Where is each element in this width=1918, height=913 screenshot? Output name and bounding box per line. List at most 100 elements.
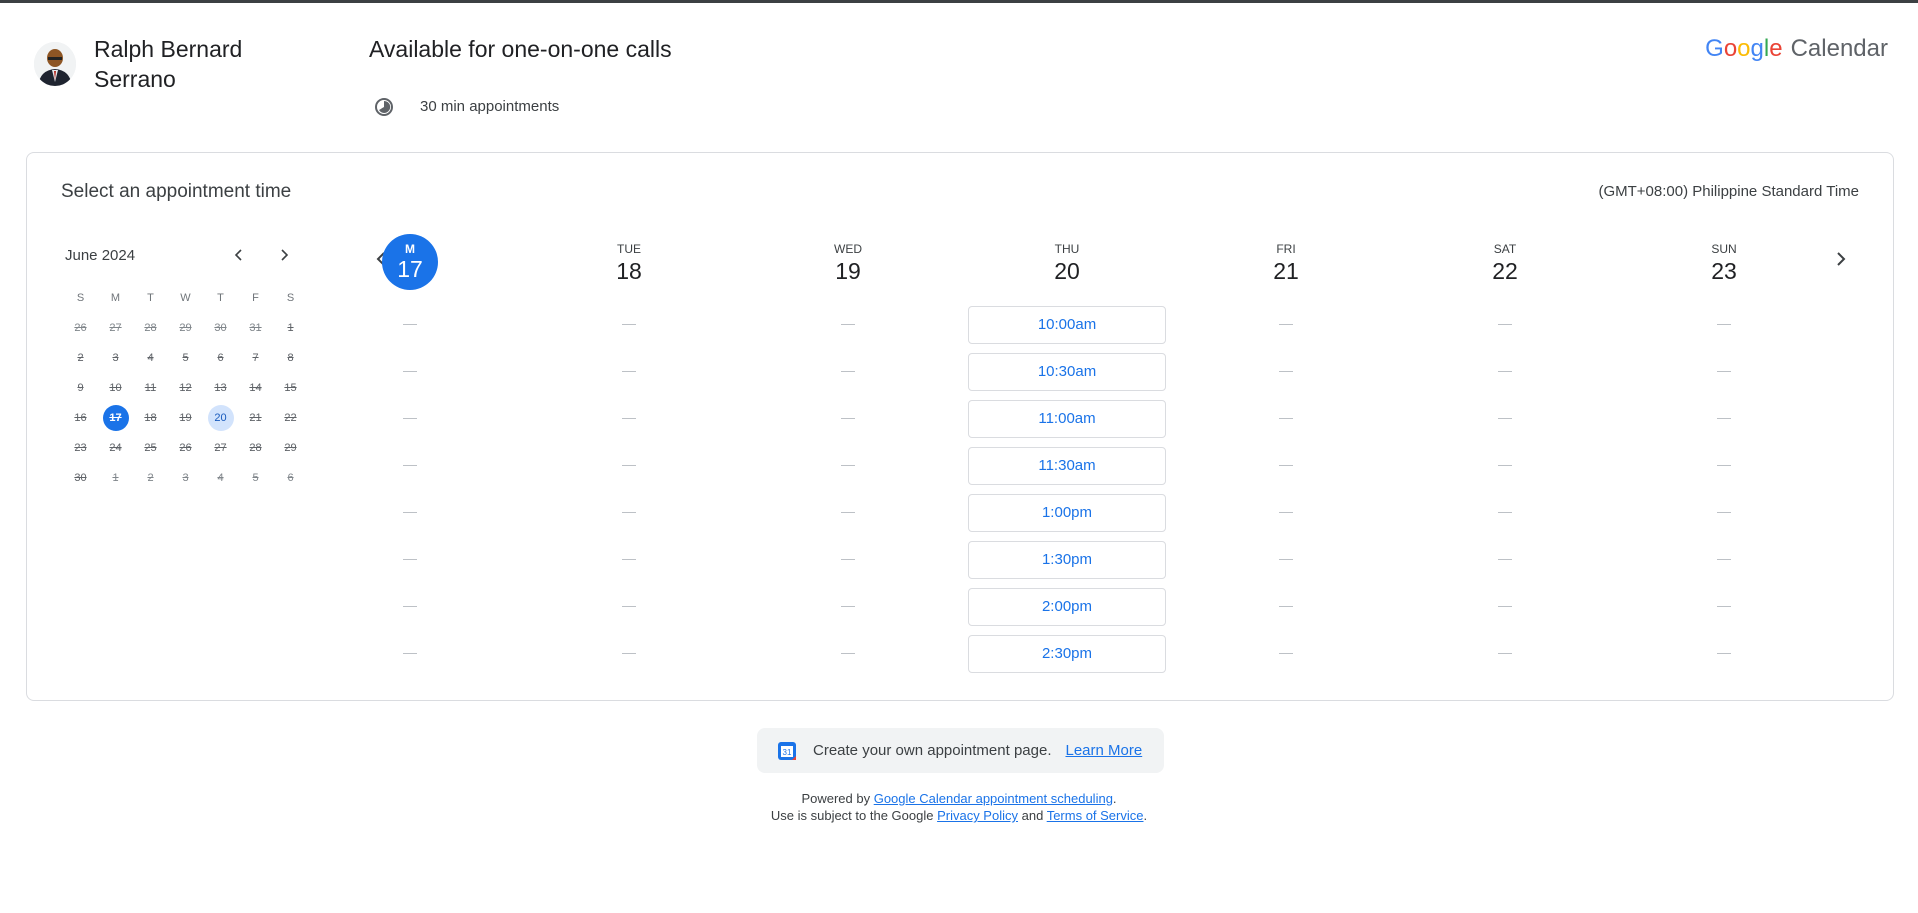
- time-slot-row: 1:00pm: [967, 489, 1167, 536]
- unavailable-dash: [841, 371, 855, 372]
- day-number-label: 23: [1711, 257, 1737, 284]
- unavailable-dash: [1279, 606, 1293, 607]
- unavailable-dash: [1279, 559, 1293, 560]
- time-slot-row: [1624, 583, 1824, 630]
- mini-next-month-button[interactable]: [272, 243, 296, 267]
- google-letter: G: [1705, 35, 1724, 62]
- mini-day-number: 7: [252, 352, 259, 364]
- google-wordmark: Google: [1705, 35, 1782, 62]
- day-number-label: 19: [835, 257, 861, 284]
- unavailable-dash: [622, 418, 636, 419]
- time-slot-row: [529, 489, 729, 536]
- unavailable-dash: [841, 465, 855, 466]
- today-indicator: M 17: [382, 234, 438, 290]
- time-slot-row: 2:00pm: [967, 583, 1167, 630]
- powered-by-text: Powered by: [801, 791, 874, 806]
- day-header: FRI 21: [1186, 233, 1386, 293]
- mini-day: 29: [168, 313, 203, 343]
- mini-day: 29: [273, 433, 308, 463]
- mini-weekday-label: W: [180, 292, 191, 304]
- unavailable-dash: [841, 606, 855, 607]
- time-slot-button[interactable]: 2:00pm: [968, 587, 1166, 626]
- time-slot-row: [1405, 583, 1605, 630]
- time-slot-row: 2:30pm: [967, 630, 1167, 677]
- unavailable-dash: [403, 653, 417, 654]
- mini-day-number: 14: [249, 382, 262, 394]
- unavailable-dash: [403, 606, 417, 607]
- mini-day-number: 27: [109, 322, 122, 334]
- timezone-label[interactable]: (GMT+08:00) Philippine Standard Time: [1598, 183, 1859, 200]
- unavailable-dash: [403, 512, 417, 513]
- mini-day: 18: [133, 403, 168, 433]
- day-of-week-label: SAT: [1493, 241, 1517, 256]
- unavailable-dash: [841, 653, 855, 654]
- mini-day: 15: [273, 373, 308, 403]
- appointment-scheduling-link[interactable]: Google Calendar appointment scheduling: [874, 791, 1113, 806]
- terms-of-service-link[interactable]: Terms of Service: [1047, 808, 1144, 823]
- day-of-week-label: THU: [1054, 241, 1080, 256]
- mini-day-number: 19: [179, 412, 192, 424]
- time-slot-row: [1624, 442, 1824, 489]
- mini-day: 12: [168, 373, 203, 403]
- mini-day-number[interactable]: 20: [207, 405, 234, 431]
- time-slot-button[interactable]: 10:30am: [968, 352, 1166, 391]
- mini-day-number: 26: [179, 442, 192, 454]
- mini-weekday-label: S: [286, 292, 295, 304]
- time-slot-list: 10:00am 10:30am 11:00am 11:30am 1:00pm 1:30pm…: [967, 301, 1167, 677]
- unavailable-dash: [1717, 606, 1731, 607]
- powered-by-line: Powered by Google Calendar appointment s…: [0, 790, 1918, 807]
- time-slot-button[interactable]: 1:30pm: [968, 540, 1166, 579]
- mini-day-available[interactable]: 20: [203, 403, 238, 433]
- mini-weekday-label: M: [110, 292, 121, 304]
- page-title: Available for one-on-one calls: [369, 36, 672, 62]
- terms-prefix: Use is subject to the Google: [770, 808, 938, 823]
- time-slot-row: [1405, 489, 1605, 536]
- time-slot-button[interactable]: 1:00pm: [968, 493, 1166, 532]
- mini-day: 1: [98, 463, 133, 493]
- mini-day-number: 31: [249, 322, 262, 334]
- mini-day-number: 4: [147, 352, 154, 364]
- time-slot-button[interactable]: 11:00am: [968, 399, 1166, 438]
- mini-day: 16: [63, 403, 98, 433]
- day-header: WED 19: [748, 233, 948, 293]
- unavailable-dash: [1717, 418, 1731, 419]
- terms-suffix: .: [1143, 808, 1148, 823]
- unavailable-dash: [1279, 371, 1293, 372]
- mini-day: 7: [238, 343, 273, 373]
- mini-prev-month-button[interactable]: [227, 243, 251, 267]
- clock-icon: [374, 97, 394, 117]
- mini-day-number: 30: [214, 322, 227, 334]
- time-slot-list: [1405, 301, 1605, 677]
- mini-weekday-label: T: [147, 292, 154, 304]
- time-slot-row: [529, 630, 729, 677]
- promo-banner: 31 Create your own appointment page. Lea…: [757, 728, 1164, 773]
- time-slot-button[interactable]: 11:30am: [968, 446, 1166, 485]
- mini-day-number: 1: [112, 472, 119, 484]
- time-slot-button[interactable]: 10:00am: [968, 305, 1166, 344]
- mini-day: 22: [273, 403, 308, 433]
- unavailable-dash: [403, 371, 417, 372]
- time-slot-row: [529, 348, 729, 395]
- time-slot-button[interactable]: 2:30pm: [968, 634, 1166, 673]
- mini-day-number: 30: [74, 472, 87, 484]
- time-slot-row: [310, 395, 510, 442]
- time-slot-row: [1186, 442, 1386, 489]
- week-next-button[interactable]: [1825, 243, 1857, 275]
- privacy-policy-link[interactable]: Privacy Policy: [937, 808, 1018, 823]
- day-of-week-label: FRI: [1276, 241, 1296, 256]
- learn-more-link[interactable]: Learn More: [1065, 742, 1142, 759]
- unavailable-dash: [622, 606, 636, 607]
- time-slot-row: [748, 301, 948, 348]
- mini-day: 2: [133, 463, 168, 493]
- unavailable-dash: [841, 324, 855, 325]
- day-number-label: 21: [1273, 257, 1299, 284]
- time-slot-row: [748, 442, 948, 489]
- unavailable-dash: [403, 465, 417, 466]
- unavailable-dash: [1498, 418, 1512, 419]
- day-header: SUN 23: [1624, 233, 1824, 293]
- mini-day-number: 24: [109, 442, 122, 454]
- unavailable-dash: [1498, 559, 1512, 560]
- chevron-left-icon: [234, 249, 242, 261]
- time-slot-row: [1186, 348, 1386, 395]
- time-slot-row: [1405, 348, 1605, 395]
